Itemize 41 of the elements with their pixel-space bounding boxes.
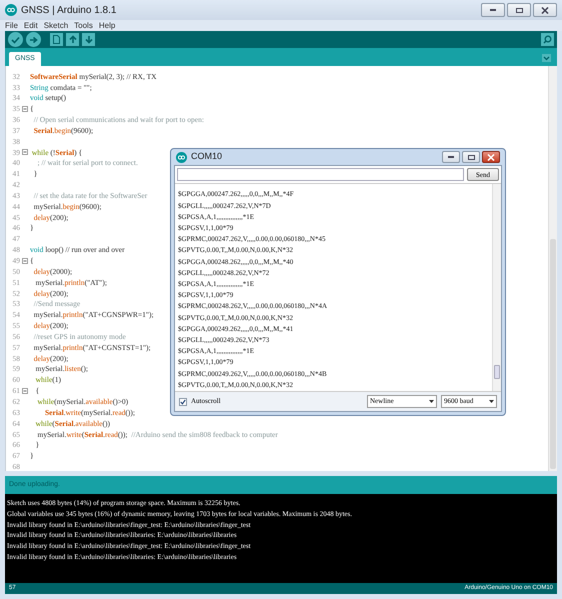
minimize-button[interactable] xyxy=(481,3,505,17)
infinity-logo-icon xyxy=(5,4,17,16)
dropdown-arrow-icon xyxy=(429,400,434,403)
fold-minus-icon[interactable] xyxy=(22,388,28,394)
save-button[interactable] xyxy=(82,33,95,46)
close-x-icon xyxy=(487,154,495,161)
menu-item[interactable]: Help xyxy=(98,22,116,30)
verify-button[interactable] xyxy=(8,32,23,47)
menu-item[interactable]: Sketch xyxy=(44,22,68,30)
window-title: GNSS | Arduino 1.8.1 xyxy=(21,4,118,18)
infinity-logo-icon xyxy=(176,152,187,163)
scrollbar[interactable] xyxy=(492,184,501,391)
fold-minus-icon[interactable] xyxy=(22,106,28,112)
minimize-button[interactable] xyxy=(442,151,460,164)
new-button[interactable] xyxy=(50,33,63,46)
magnifier-icon xyxy=(543,35,552,44)
fold-minus-icon[interactable] xyxy=(22,258,28,264)
close-button[interactable] xyxy=(482,151,500,164)
menu-item[interactable]: Edit xyxy=(24,22,38,30)
menu-item[interactable]: File xyxy=(5,22,18,30)
message-input-field[interactable] xyxy=(177,168,464,182)
serial-monitor-button[interactable] xyxy=(541,33,554,46)
autoscroll-checkbox[interactable] xyxy=(179,398,187,406)
fold-minus-icon[interactable] xyxy=(22,149,28,156)
close-x-icon xyxy=(541,6,549,14)
document-icon xyxy=(53,35,60,44)
upload-button[interactable] xyxy=(26,32,41,47)
arrow-right-icon xyxy=(29,36,38,44)
check-icon xyxy=(11,36,20,44)
checkmark-icon xyxy=(180,398,186,404)
dropdown-arrow-icon xyxy=(489,400,494,403)
close-button[interactable] xyxy=(533,3,557,17)
maximize-button[interactable] xyxy=(507,3,531,17)
maximize-button[interactable] xyxy=(462,151,480,164)
arrow-down-icon xyxy=(84,35,92,44)
window-title: COM10 xyxy=(191,150,224,164)
scrollbar[interactable] xyxy=(548,66,557,471)
open-button[interactable] xyxy=(66,33,79,46)
menu-item[interactable]: Tools xyxy=(74,22,93,30)
arrow-up-icon xyxy=(68,35,76,44)
dropdown-arrow-icon[interactable] xyxy=(542,54,551,62)
